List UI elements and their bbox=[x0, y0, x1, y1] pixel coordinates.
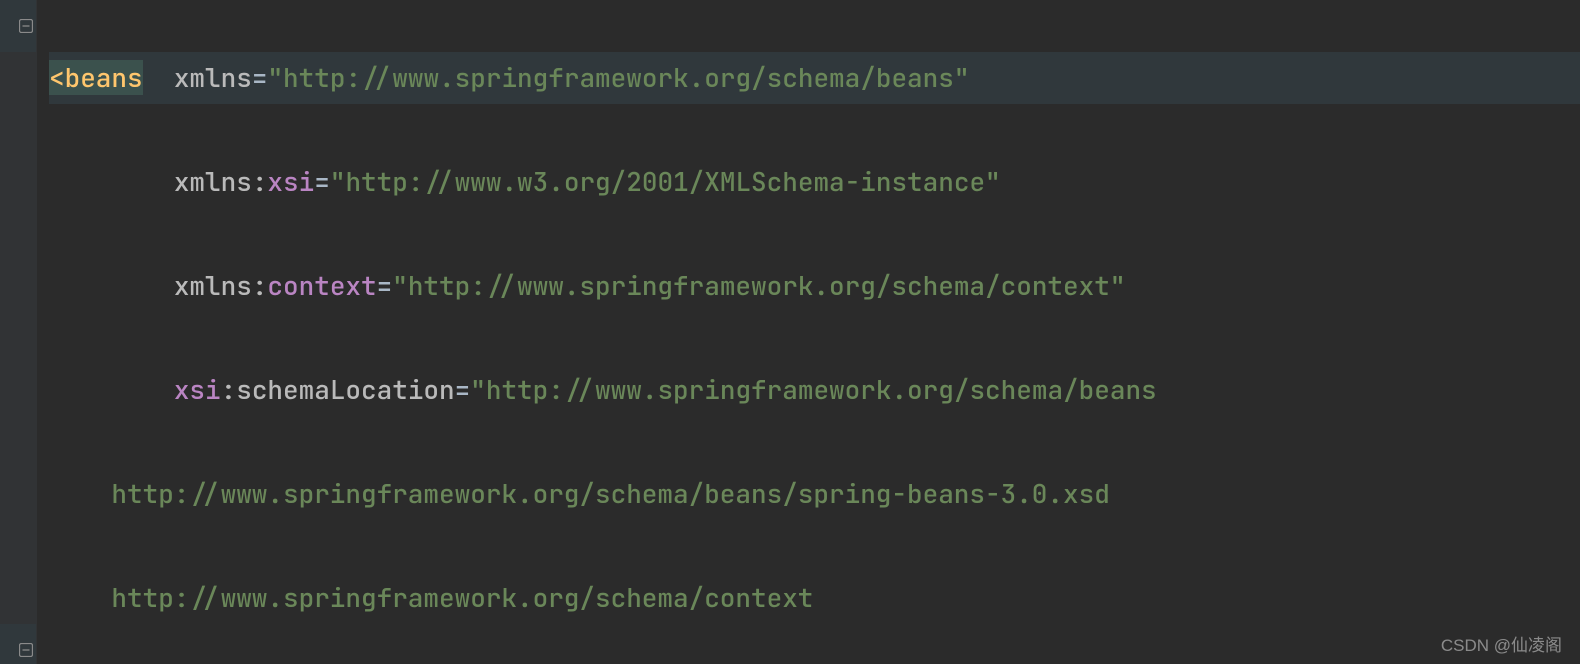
attr-value: http://www.springframework.org/schema/co… bbox=[111, 580, 813, 615]
ns-prefix: context bbox=[267, 268, 376, 303]
code-area[interactable]: <beans xmlns="http://www.springframework… bbox=[37, 0, 1580, 664]
code-line[interactable]: xmlns:context="http://www.springframewor… bbox=[49, 260, 1580, 312]
code-editor[interactable]: <beans xmlns="http://www.springframework… bbox=[0, 0, 1580, 664]
ns-prefix: xsi bbox=[267, 164, 314, 199]
attr-name: schemaLocation bbox=[236, 372, 454, 407]
gutter bbox=[0, 0, 37, 664]
code-line[interactable]: <beans xmlns="http://www.springframework… bbox=[49, 52, 1580, 104]
attr-value: "http://www.w3.org/2001/XMLSchema-instan… bbox=[330, 164, 1001, 199]
code-line[interactable]: http://www.springframework.org/schema/be… bbox=[49, 468, 1580, 520]
attr-value: http://www.springframework.org/schema/be… bbox=[111, 476, 1109, 511]
code-line[interactable]: xsi:schemaLocation="http://www.springfra… bbox=[49, 364, 1580, 416]
ns-prefix: xsi bbox=[174, 372, 221, 407]
attr-value: "http://www.springframework.org/schema/b… bbox=[267, 60, 969, 95]
tag-open-highlight: <beans bbox=[49, 60, 143, 95]
fold-collapse-icon[interactable] bbox=[18, 642, 34, 658]
attr-name: xmlns bbox=[174, 60, 252, 95]
code-line[interactable]: xmlns:xsi="http://www.w3.org/2001/XMLSch… bbox=[49, 156, 1580, 208]
watermark-text: CSDN @仙凌阁 bbox=[1441, 631, 1562, 656]
fold-collapse-icon[interactable] bbox=[18, 18, 34, 34]
attr-value: "http://www.springframework.org/schema/c… bbox=[392, 268, 1125, 303]
code-line[interactable]: http://www.springframework.org/schema/co… bbox=[49, 572, 1580, 624]
attr-value: "http://www.springframework.org/schema/b… bbox=[470, 372, 1156, 407]
